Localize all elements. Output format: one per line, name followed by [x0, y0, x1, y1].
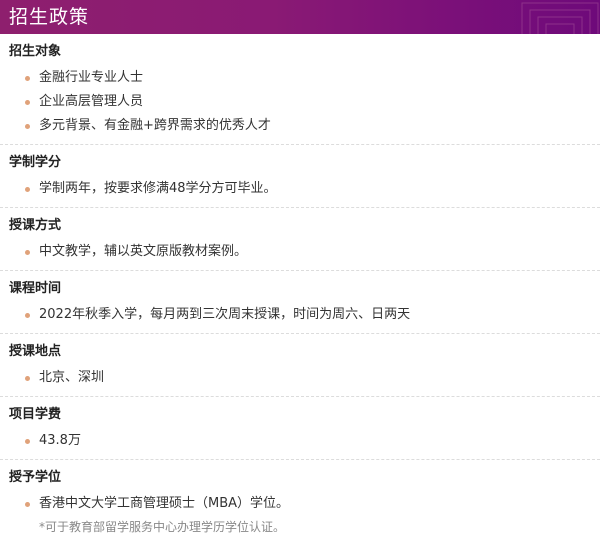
section-title: 授课地点: [9, 344, 62, 359]
bullet-icon: [25, 187, 30, 192]
section-title: 授予学位: [9, 470, 62, 485]
list-item: 企业高层管理人员: [9, 90, 600, 114]
bullet-icon: [25, 376, 30, 381]
decorative-pattern-icon: [521, 2, 599, 34]
bullet-icon: [25, 313, 30, 318]
bullet-icon: [25, 76, 30, 81]
section-title: 项目学费: [9, 407, 62, 422]
section-title: 学制学分: [9, 155, 62, 170]
bullet-icon: [25, 124, 30, 129]
section-title: 授课方式: [9, 218, 62, 233]
list-item: 金融行业专业人士: [9, 66, 600, 90]
bullet-icon: [25, 439, 30, 444]
section-title: 课程时间: [9, 281, 62, 296]
section-teaching-method: 授课方式 中文教学，辅以英文原版教材案例。: [0, 208, 600, 271]
list-item: 学制两年，按要求修满48学分方可毕业。: [9, 177, 600, 201]
section-title: 招生对象: [9, 44, 62, 59]
policy-content: 招生对象 金融行业专业人士 企业高层管理人员 多元背景、有金融+跨界需求的优秀人…: [0, 34, 600, 544]
section-degree: 授予学位 香港中文大学工商管理硕士（MBA）学位。 *可于教育部留学服务中心办理…: [0, 460, 600, 544]
header-banner: 招生政策: [0, 0, 600, 34]
section-course-schedule: 课程时间 2022年秋季入学，每月两到三次周末授课，时间为周六、日两天: [0, 271, 600, 334]
page-title: 招生政策: [9, 6, 90, 28]
list-item: 多元背景、有金融+跨界需求的优秀人才: [9, 114, 600, 138]
degree-note: *可于教育部留学服务中心办理学历学位认证。: [39, 520, 286, 534]
section-duration-credits: 学制学分 学制两年，按要求修满48学分方可毕业。: [0, 145, 600, 208]
bullet-icon: [25, 100, 30, 105]
list-item: 43.8万: [9, 429, 600, 453]
list-item: 香港中文大学工商管理硕士（MBA）学位。: [9, 492, 600, 516]
bullet-icon: [25, 250, 30, 255]
bullet-icon: [25, 502, 30, 507]
list-item: 中文教学，辅以英文原版教材案例。: [9, 240, 600, 264]
list-item: 北京、深圳: [9, 366, 600, 390]
section-location: 授课地点 北京、深圳: [0, 334, 600, 397]
section-tuition: 项目学费 43.8万: [0, 397, 600, 460]
section-admission-target: 招生对象 金融行业专业人士 企业高层管理人员 多元背景、有金融+跨界需求的优秀人…: [0, 34, 600, 145]
list-item: 2022年秋季入学，每月两到三次周末授课，时间为周六、日两天: [9, 303, 600, 327]
